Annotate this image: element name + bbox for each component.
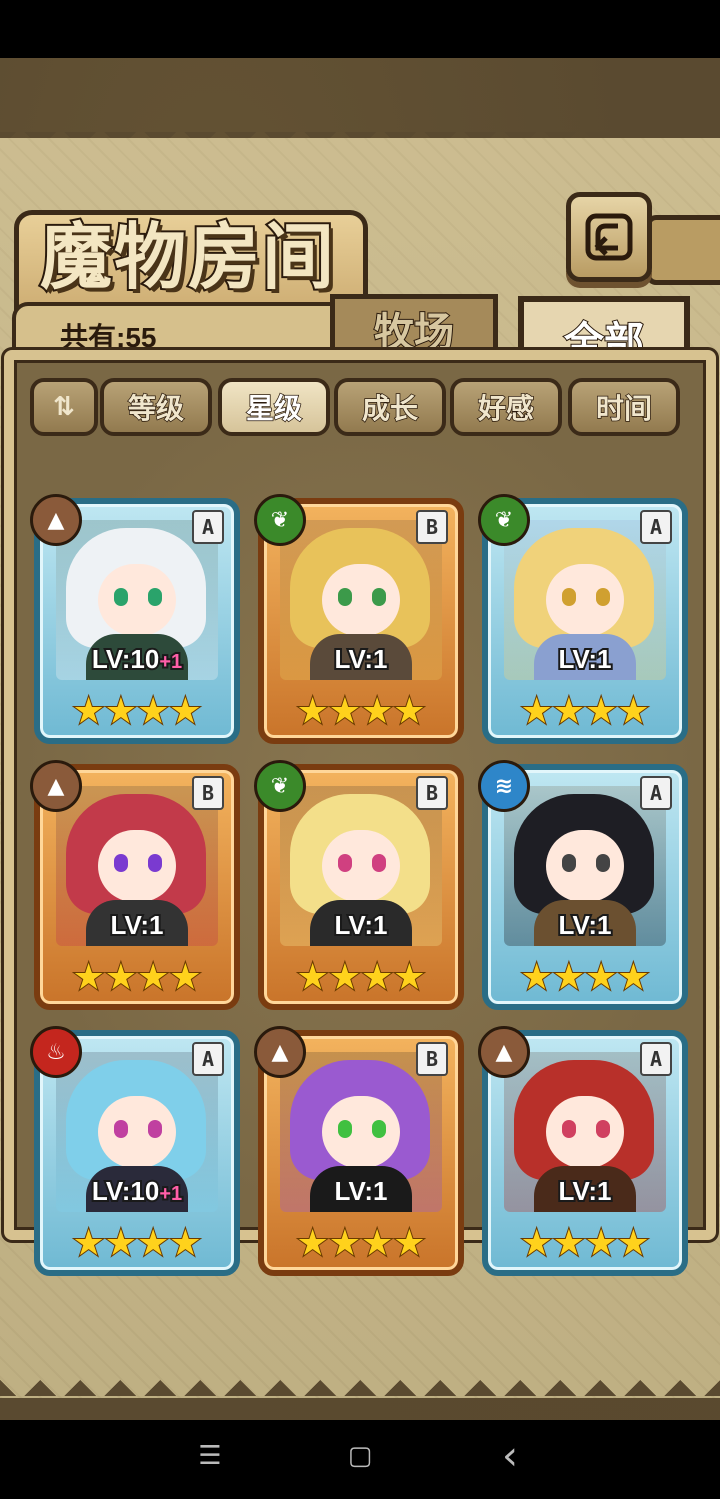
mountain-icon: ▲ — [478, 1026, 530, 1078]
mountain-icon: ▲ — [254, 1026, 306, 1078]
rank-badge: B — [416, 776, 448, 810]
rank-badge: A — [640, 1042, 672, 1076]
rank-badge: B — [192, 776, 224, 810]
level-value: LV:1 — [333, 1174, 390, 1208]
star-rating: ★★★★ — [71, 957, 202, 999]
sort-level-button[interactable]: 等级 — [100, 378, 212, 436]
star-rating: ★★★★ — [295, 1223, 426, 1265]
star-rating: ★★★★ — [71, 1223, 202, 1265]
level-value: LV:1 — [557, 1174, 614, 1208]
level-bonus: +1 — [157, 1181, 184, 1207]
rank-badge: A — [192, 510, 224, 544]
monster-card[interactable]: ❦ B LV:1 ★★★★ — [254, 494, 464, 744]
stars-icon: ★★★★ — [519, 1223, 650, 1265]
page-title: 魔物房间 — [38, 213, 336, 301]
sort-time-button[interactable]: 时间 — [568, 378, 680, 436]
monster-card[interactable]: ≋ A LV:1 ★★★★ — [478, 760, 688, 1010]
status-bar — [0, 0, 720, 58]
level-value: LV:1 — [557, 642, 614, 676]
rank-badge: A — [640, 776, 672, 810]
sort-star-button[interactable]: 星级 — [218, 378, 330, 436]
star-rating: ★★★★ — [295, 691, 426, 733]
level-value: LV:10 — [90, 642, 161, 676]
monster-card[interactable]: ▲ A LV:1 ★★★★ — [478, 1026, 688, 1276]
torn-edge-bottom — [0, 1372, 720, 1396]
back-button-tail — [646, 215, 720, 285]
monster-card[interactable]: ▲ B LV:1 ★★★★ — [30, 760, 240, 1010]
level-label: LV:1 — [488, 642, 682, 676]
sort-growth-button[interactable]: 成长 — [334, 378, 446, 436]
level-label: LV:10+1 — [40, 1174, 234, 1208]
level-value: LV:1 — [333, 642, 390, 676]
mountain-icon: ▲ — [30, 760, 82, 812]
rank-badge: B — [416, 1042, 448, 1076]
level-label: LV:1 — [264, 642, 458, 676]
star-rating: ★★★★ — [519, 691, 650, 733]
stars-icon: ★★★★ — [295, 691, 426, 733]
leaf-icon: ❦ — [254, 494, 306, 546]
back-nav-icon[interactable]: ‹ — [490, 1433, 530, 1479]
home-icon[interactable]: ▢ — [340, 1440, 380, 1472]
level-label: LV:1 — [264, 1174, 458, 1208]
level-label: LV:1 — [488, 1174, 682, 1208]
monster-card[interactable]: ❦ B LV:1 ★★★★ — [254, 760, 464, 1010]
flame-icon: ♨ — [30, 1026, 82, 1078]
level-value: LV:1 — [333, 908, 390, 942]
sort-affection-button[interactable]: 好感 — [450, 378, 562, 436]
level-label: LV:1 — [40, 908, 234, 942]
water-icon: ≋ — [478, 760, 530, 812]
leaf-icon: ❦ — [254, 760, 306, 812]
level-bonus: +1 — [157, 649, 184, 675]
stars-icon: ★★★★ — [519, 691, 650, 733]
stars-icon: ★★★★ — [519, 957, 650, 999]
monster-card[interactable]: ▲ A LV:10+1 ★★★★ — [30, 494, 240, 744]
monster-card[interactable]: ▲ B LV:1 ★★★★ — [254, 1026, 464, 1276]
stars-icon: ★★★★ — [71, 1223, 202, 1265]
level-value: LV:1 — [557, 908, 614, 942]
monster-card[interactable]: ❦ A LV:1 ★★★★ — [478, 494, 688, 744]
rank-badge: B — [416, 510, 448, 544]
leaf-icon: ❦ — [478, 494, 530, 546]
stars-icon: ★★★★ — [71, 691, 202, 733]
back-button[interactable] — [566, 192, 652, 282]
menu-icon[interactable]: ☰ — [190, 1440, 230, 1472]
stars-icon: ★★★★ — [71, 957, 202, 999]
stars-icon: ★★★★ — [295, 957, 426, 999]
return-icon — [585, 213, 633, 261]
star-rating: ★★★★ — [519, 957, 650, 999]
level-label: LV:10+1 — [40, 642, 234, 676]
star-rating: ★★★★ — [295, 957, 426, 999]
star-rating: ★★★★ — [71, 691, 202, 733]
sort-toggle-icon: ⇅ — [53, 392, 75, 422]
level-label: LV:1 — [264, 908, 458, 942]
rank-badge: A — [640, 510, 672, 544]
level-value: LV:10 — [90, 1174, 161, 1208]
mountain-icon: ▲ — [30, 494, 82, 546]
monster-card[interactable]: ♨ A LV:10+1 ★★★★ — [30, 1026, 240, 1276]
rank-badge: A — [192, 1042, 224, 1076]
level-value: LV:1 — [109, 908, 166, 942]
stars-icon: ★★★★ — [295, 1223, 426, 1265]
sort-order-toggle[interactable]: ⇅ — [30, 378, 98, 436]
level-label: LV:1 — [488, 908, 682, 942]
star-rating: ★★★★ — [519, 1223, 650, 1265]
